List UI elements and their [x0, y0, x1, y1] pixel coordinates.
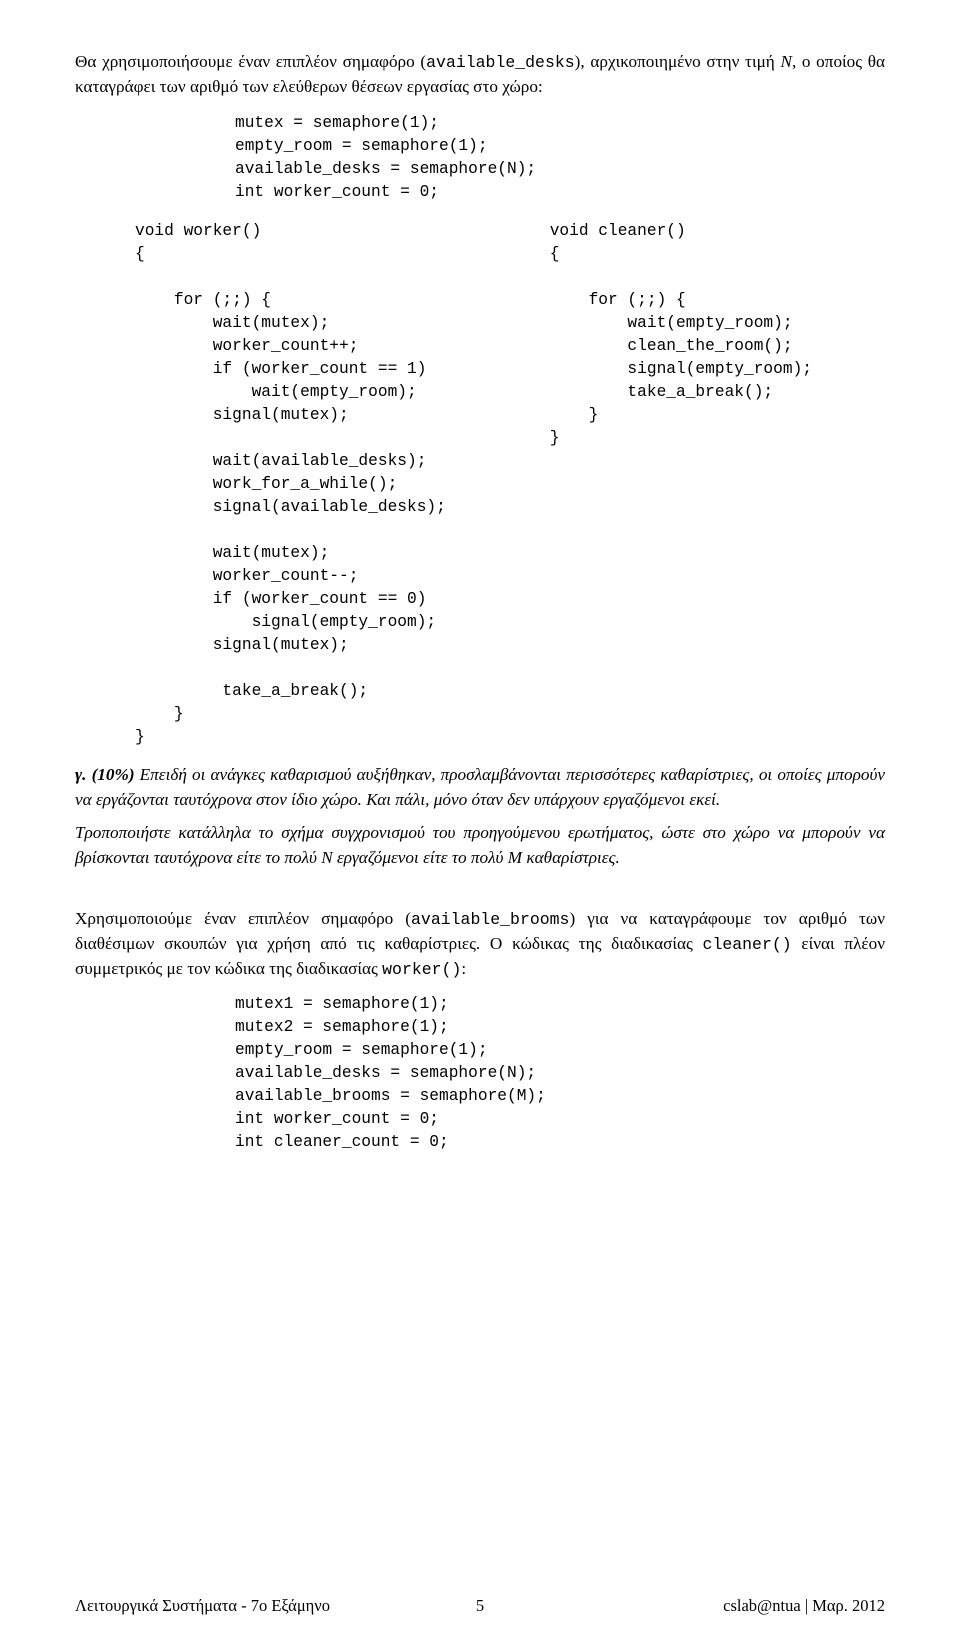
- page-footer: Λειτουργικά Συστήματα - 7ο Εξάμηνο 5 csl…: [75, 1596, 885, 1616]
- text: Θα χρησιμοποιήσουμε έναν επιπλέον σημαφό…: [75, 52, 426, 71]
- question-text: εργαζόμενοι είτε το πολύ: [333, 848, 508, 867]
- question-text: Επειδή οι ανάγκες καθαρισμού αυξήθηκαν, …: [75, 765, 885, 809]
- answer-paragraph: Χρησιμοποιούμε έναν επιπλέον σημαφόρο (a…: [75, 907, 885, 982]
- intro-paragraph: Θα χρησιμοποιήσουμε έναν επιπλέον σημαφό…: [75, 50, 885, 100]
- code-inline: available_desks: [426, 53, 575, 72]
- math-var: N: [321, 848, 332, 867]
- question-text: καθαρίστριες.: [522, 848, 620, 867]
- document-page: Θα χρησιμοποιήσουμε έναν επιπλέον σημαφό…: [0, 0, 960, 1646]
- code-two-column: void worker() { for (;;) { wait(mutex); …: [75, 220, 885, 749]
- text: Χρησιμοποιούμε έναν επιπλέον σημαφόρο (: [75, 909, 411, 928]
- init-code-block-1: mutex = semaphore(1); empty_room = semap…: [235, 112, 885, 204]
- question-label: γ. (10%): [75, 765, 135, 784]
- code-inline: worker(): [382, 960, 461, 979]
- init-code-block-2: mutex1 = semaphore(1); mutex2 = semaphor…: [235, 993, 885, 1154]
- code-inline: available_brooms: [411, 910, 569, 929]
- code-inline: cleaner(): [703, 935, 792, 954]
- question-c-paragraph-2: Τροποποιήστε κατάλληλα το σχήμα συγχρονι…: [75, 821, 885, 871]
- worker-code-column: void worker() { for (;;) { wait(mutex); …: [135, 220, 510, 749]
- question-c-paragraph-1: γ. (10%) Επειδή οι ανάγκες καθαρισμού αυ…: [75, 763, 885, 813]
- math-var: M: [508, 848, 522, 867]
- text: ), αρχικοποιημένο στην τιμή: [575, 52, 781, 71]
- spacer: [75, 879, 885, 907]
- cleaner-code-column: void cleaner() { for (;;) { wait(empty_r…: [550, 220, 885, 749]
- math-var: N: [780, 52, 791, 71]
- text: :: [461, 959, 466, 978]
- footer-page-number: 5: [75, 1596, 885, 1616]
